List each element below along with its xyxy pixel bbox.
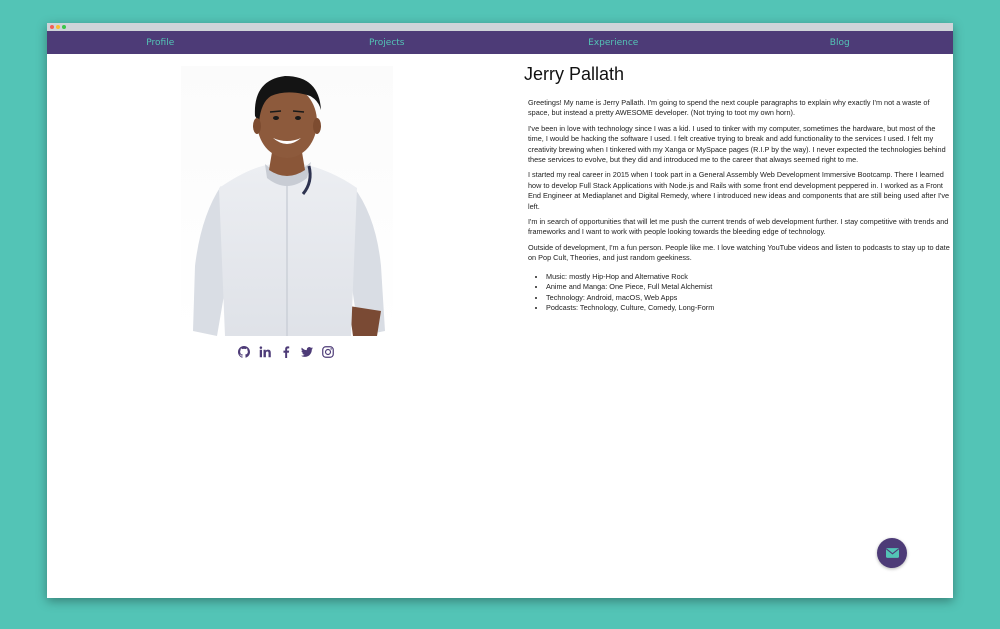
person-portrait-image [193, 76, 385, 336]
browser-window: Profile Projects Experience Blog Jerry P… [47, 23, 953, 598]
window-titlebar [47, 23, 953, 31]
main-content: Jerry Pallath Greetings! My name is Jerr… [47, 54, 953, 598]
interests-list: Music: mostly Hip-Hop and Alternative Ro… [528, 272, 950, 314]
bio-paragraph: I'm in search of opportunities that will… [528, 217, 949, 237]
bio-section: Greetings! My name is Jerry Pallath. I'm… [528, 98, 950, 313]
contact-email-button[interactable] [877, 538, 907, 568]
bio-paragraph: I've been in love with technology since … [528, 123, 946, 165]
twitter-icon[interactable] [300, 345, 313, 358]
bio-paragraph: I started my real career in 2015 when I … [528, 170, 950, 211]
envelope-icon [885, 548, 899, 558]
close-window-button[interactable] [50, 25, 54, 29]
bio-paragraph: Greetings! My name is Jerry Pallath. I'm… [528, 98, 930, 118]
nav-link-projects[interactable]: Projects [274, 38, 501, 48]
top-navbar: Profile Projects Experience Blog [47, 31, 953, 54]
nav-link-profile[interactable]: Profile [47, 38, 274, 48]
list-item: Anime and Manga: One Piece, Full Metal A… [546, 282, 950, 292]
list-item: Music: mostly Hip-Hop and Alternative Ro… [546, 272, 950, 282]
maximize-window-button[interactable] [62, 25, 66, 29]
bio-paragraph: Outside of development, I'm a fun person… [528, 242, 950, 263]
profile-photo [181, 66, 393, 336]
list-item: Podcasts: Technology, Culture, Comedy, L… [546, 303, 950, 313]
minimize-window-button[interactable] [56, 25, 60, 29]
nav-link-blog[interactable]: Blog [727, 38, 954, 48]
facebook-icon[interactable] [279, 345, 292, 358]
instagram-icon[interactable] [321, 345, 334, 358]
nav-link-experience[interactable]: Experience [500, 38, 727, 48]
github-icon[interactable] [237, 345, 250, 358]
linkedin-icon[interactable] [258, 345, 271, 358]
list-item: Technology: Android, macOS, Web Apps [546, 293, 950, 303]
profile-name: Jerry Pallath [524, 64, 625, 84]
social-links [237, 345, 334, 358]
